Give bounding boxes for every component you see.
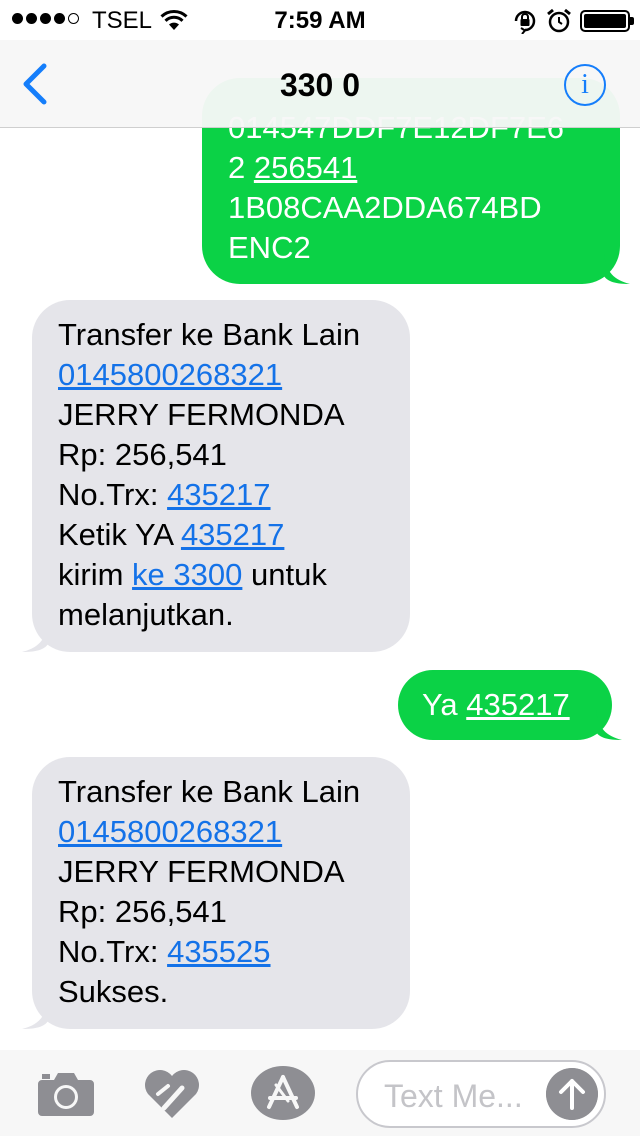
message-line: Rp: 256,541 bbox=[58, 435, 386, 475]
message-line: Rp: 256,541 bbox=[58, 892, 386, 932]
message-link[interactable]: 0145800268321 bbox=[58, 814, 282, 849]
message-line: Sukses. bbox=[58, 972, 386, 1012]
message-line: Transfer ke Bank Lain bbox=[58, 772, 386, 812]
message-text: 2 bbox=[228, 150, 254, 185]
alarm-icon bbox=[547, 8, 571, 33]
input-bar: Text Me... bbox=[0, 1050, 640, 1136]
message-text: No.Trx: bbox=[58, 934, 168, 969]
message-text: Ya bbox=[422, 687, 467, 722]
message-text: JERRY FERMONDA bbox=[58, 854, 345, 889]
message-link[interactable]: 435217 bbox=[181, 517, 284, 552]
message-line: Transfer ke Bank Lain bbox=[58, 315, 386, 355]
message-line: Ketik YA 435217 bbox=[58, 515, 386, 555]
message-text: Sukses. bbox=[58, 974, 169, 1009]
battery-icon bbox=[580, 10, 634, 32]
message-link[interactable]: ke 3300 bbox=[132, 557, 242, 592]
conversation-title[interactable]: 330 0 bbox=[0, 68, 640, 102]
bubble-tail bbox=[596, 710, 622, 740]
send-arrow-icon[interactable] bbox=[546, 1068, 598, 1120]
message-line: JERRY FERMONDA bbox=[58, 852, 386, 892]
message-text: kirim bbox=[58, 557, 133, 592]
message-line: 1B08CAA2DDA674BD bbox=[228, 188, 596, 228]
message-text: ENC2 bbox=[228, 230, 311, 265]
status-time: 7:59 AM bbox=[274, 7, 366, 34]
message-input-placeholder: Text Me... bbox=[384, 1078, 523, 1114]
message-line: melanjutkan. bbox=[58, 595, 386, 635]
conversation[interactable]: 014547DDF7E12DF7E62 2565411B08CAA2DDA674… bbox=[0, 0, 640, 1050]
info-icon[interactable]: i bbox=[564, 64, 606, 106]
message-input[interactable]: Text Me... bbox=[356, 1060, 606, 1128]
message-line: 2 256541 bbox=[228, 148, 596, 188]
message-text: melanjutkan. bbox=[58, 597, 234, 632]
message-text: Rp: 256,541 bbox=[58, 437, 227, 472]
message-line: No.Trx: 435525 bbox=[58, 932, 386, 972]
bubble-tail bbox=[604, 254, 630, 284]
message-text: JERRY FERMONDA bbox=[58, 397, 345, 432]
message-link[interactable]: 256541 bbox=[254, 150, 357, 185]
message-text: untuk bbox=[242, 557, 327, 592]
bubble-tail bbox=[22, 999, 48, 1029]
camera-icon[interactable] bbox=[36, 1068, 96, 1118]
digital-touch-icon[interactable] bbox=[142, 1066, 202, 1120]
bubble-tail bbox=[22, 622, 48, 652]
message-line: 0145800268321 bbox=[58, 812, 386, 852]
nav-bar: 330 0 i bbox=[0, 40, 640, 128]
rotation-lock-icon bbox=[514, 10, 536, 34]
message-line: kirim ke 3300 untuk bbox=[58, 555, 386, 595]
status-bar: TSEL 7:59 AM bbox=[0, 0, 640, 40]
message-line: JERRY FERMONDA bbox=[58, 395, 386, 435]
message-line: 0145800268321 bbox=[58, 355, 386, 395]
message-bubble-received[interactable]: Transfer ke Bank Lain 0145800268321 JERRY … bbox=[22, 757, 410, 1029]
message-bubble-received[interactable]: Transfer ke Bank Lain 0145800268321 JERRY … bbox=[22, 300, 410, 652]
message-text: Rp: 256,541 bbox=[58, 894, 227, 929]
message-text: Transfer ke Bank Lain bbox=[58, 317, 361, 352]
message-line: Ya 435217 bbox=[422, 685, 588, 725]
message-link[interactable]: 435217 bbox=[167, 477, 270, 512]
message-text: Transfer ke Bank Lain bbox=[58, 774, 361, 809]
message-line: ENC2 bbox=[228, 228, 596, 268]
message-text: Ketik YA bbox=[58, 517, 181, 552]
message-text: No.Trx: bbox=[58, 477, 168, 512]
message-line: No.Trx: 435217 bbox=[58, 475, 386, 515]
message-link[interactable]: 435217 bbox=[466, 687, 569, 722]
message-link[interactable]: 0145800268321 bbox=[58, 357, 282, 392]
message-text: 1B08CAA2DDA674BD bbox=[228, 190, 542, 225]
app-store-icon[interactable] bbox=[250, 1065, 316, 1121]
message-bubble-sent[interactable]: Ya 435217 bbox=[398, 670, 622, 740]
message-link[interactable]: 435525 bbox=[167, 934, 270, 969]
